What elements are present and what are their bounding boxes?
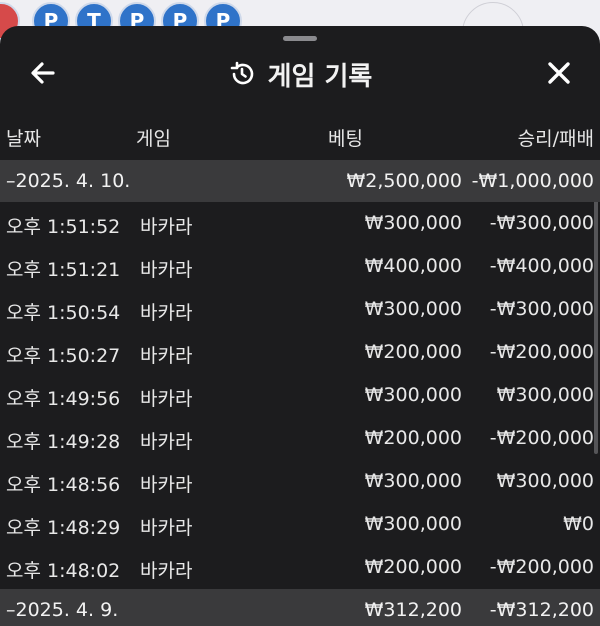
group-date: –2025. 4. 9. [6, 599, 119, 621]
group-date: –2025. 4. 10. [6, 170, 131, 192]
row-time: 오후 1:49:56 [6, 388, 121, 410]
sheet-grab-handle[interactable] [283, 36, 317, 41]
row-bet: ₩400,000 [364, 255, 462, 277]
row-game: 바카라 [140, 517, 193, 539]
row-bet: ₩200,000 [364, 341, 462, 363]
row-game: 바카라 [140, 259, 193, 281]
row-game: 바카라 [140, 302, 193, 324]
row-time: 오후 1:48:02 [6, 560, 121, 582]
table-row[interactable]: 오후 1:49:56 바카라 ₩300,000 ₩300,000 [0, 374, 600, 417]
column-headers: 날짜 게임 베팅 승리/패배 [0, 124, 600, 152]
close-button[interactable] [542, 56, 576, 90]
row-bet: ₩300,000 [364, 513, 462, 535]
row-time: 오후 1:51:21 [6, 259, 121, 281]
row-result: -₩200,000 [489, 556, 594, 578]
row-game: 바카라 [140, 431, 193, 453]
table-row[interactable]: 오후 1:49:28 바카라 ₩200,000 -₩200,000 [0, 417, 600, 460]
row-bet: ₩200,000 [364, 427, 462, 449]
game-history-sheet: 게임 기록 날짜 게임 베팅 승리/패배 –2025. 4. 10. ₩2,50… [0, 26, 600, 626]
column-header-result: 승리/패배 [517, 128, 594, 150]
date-group-row[interactable]: –2025. 4. 10. ₩2,500,000 -₩1,000,000 [0, 160, 600, 202]
row-game: 바카라 [140, 345, 193, 367]
table-row[interactable]: 오후 1:50:27 바카라 ₩200,000 -₩200,000 [0, 331, 600, 374]
column-header-date: 날짜 [6, 128, 41, 150]
history-clock-icon [230, 61, 253, 85]
row-result: ₩0 [563, 513, 594, 535]
table-row[interactable]: 오후 1:50:54 바카라 ₩300,000 -₩300,000 [0, 288, 600, 331]
row-bet: ₩300,000 [364, 470, 462, 492]
date-group-row[interactable]: –2025. 4. 9. ₩312,200 -₩312,200 [0, 589, 600, 626]
row-bet: ₩300,000 [364, 298, 462, 320]
title-group: 게임 기록 [0, 54, 600, 94]
group-bet-total: ₩312,200 [364, 599, 462, 621]
row-result: -₩300,000 [489, 212, 594, 234]
row-time: 오후 1:50:27 [6, 345, 121, 367]
table-row[interactable]: 오후 1:51:52 바카라 ₩300,000 -₩300,000 [0, 202, 600, 245]
row-game: 바카라 [140, 388, 193, 410]
column-header-game: 게임 [136, 128, 171, 150]
table-row[interactable]: 오후 1:51:21 바카라 ₩400,000 -₩400,000 [0, 245, 600, 288]
row-bet: ₩200,000 [364, 556, 462, 578]
row-result: -₩300,000 [489, 298, 594, 320]
group-result-total: -₩312,200 [489, 599, 594, 621]
row-result: -₩200,000 [489, 427, 594, 449]
group-result-total: -₩1,000,000 [471, 170, 594, 192]
column-header-bet: 베팅 [328, 128, 363, 150]
page-title: 게임 기록 [267, 61, 373, 92]
row-time: 오후 1:49:28 [6, 431, 121, 453]
table-row[interactable]: 오후 1:48:56 바카라 ₩300,000 ₩300,000 [0, 460, 600, 503]
row-game: 바카라 [140, 216, 193, 238]
history-table: –2025. 4. 10. ₩2,500,000 -₩1,000,000 오후 … [0, 160, 600, 626]
row-time: 오후 1:50:54 [6, 302, 121, 324]
table-row[interactable]: 오후 1:48:02 바카라 ₩200,000 -₩200,000 [0, 546, 600, 589]
row-result: ₩300,000 [496, 470, 594, 492]
group-bet-total: ₩2,500,000 [346, 170, 462, 192]
row-bet: ₩300,000 [364, 384, 462, 406]
row-result: -₩200,000 [489, 341, 594, 363]
top-bar: 게임 기록 [0, 46, 600, 102]
row-result: ₩300,000 [496, 384, 594, 406]
row-time: 오후 1:48:29 [6, 517, 121, 539]
row-time: 오후 1:51:52 [6, 216, 121, 238]
row-time: 오후 1:48:56 [6, 474, 121, 496]
row-bet: ₩300,000 [364, 212, 462, 234]
table-row[interactable]: 오후 1:48:29 바카라 ₩300,000 ₩0 [0, 503, 600, 546]
close-x-icon [548, 62, 570, 84]
row-game: 바카라 [140, 474, 193, 496]
row-game: 바카라 [140, 560, 193, 582]
row-result: -₩400,000 [489, 255, 594, 277]
